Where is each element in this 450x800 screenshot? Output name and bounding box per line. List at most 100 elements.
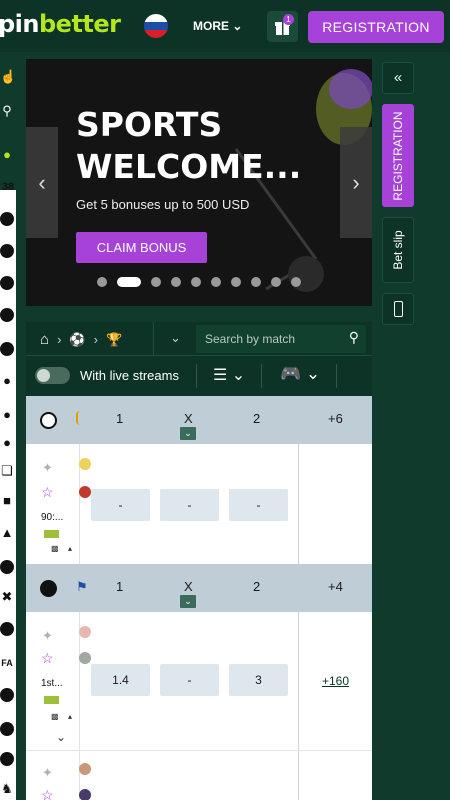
search-sport-icon[interactable]: ⚲ <box>0 104 14 118</box>
more-markets-label[interactable]: +6 <box>328 411 343 426</box>
handball-icon[interactable] <box>0 722 14 736</box>
banner-dot[interactable] <box>251 277 261 287</box>
soccer-icon[interactable] <box>0 212 14 226</box>
chevron-left-icon: ‹ <box>38 170 46 195</box>
banner-dot[interactable] <box>231 277 241 287</box>
col-x-label: X <box>184 411 193 426</box>
futsal-icon[interactable] <box>0 688 14 702</box>
basketball-icon <box>40 580 57 597</box>
player-1-avatar <box>79 626 91 638</box>
horse-racing-icon[interactable]: ♞ <box>0 782 14 796</box>
more-odds-link[interactable]: +160 <box>322 674 349 688</box>
chevron-down-icon: ⌄ <box>232 19 243 33</box>
volleyball-icon[interactable] <box>0 308 14 322</box>
claim-bonus-button[interactable]: CLAIM BONUS <box>76 232 207 263</box>
bet-slip-button[interactable]: Bet slip <box>382 217 414 283</box>
breadcrumb: ⌂ › ⚽ › 🏆 <box>40 331 122 348</box>
beach-soccer-icon[interactable] <box>0 752 14 766</box>
trophy-icon[interactable]: 🏆 <box>106 332 122 348</box>
stick-icon[interactable]: ❏ <box>0 464 14 478</box>
col-1-label: 1 <box>116 411 124 426</box>
favorite-star-icon[interactable]: ☆ <box>41 787 54 800</box>
market-expand-button[interactable]: ⌄ <box>180 427 196 440</box>
chevron-right-icon: › <box>352 170 360 195</box>
fifa-icon[interactable]: FA <box>0 656 14 670</box>
collapse-rail-button[interactable]: « <box>382 62 414 94</box>
league-flag-icon: ⚑ <box>76 579 88 594</box>
team-home-logo <box>79 458 91 470</box>
golf-icon[interactable] <box>0 622 14 636</box>
list-view-icon[interactable]: ☰ ⌄ <box>213 365 245 385</box>
basketball-icon[interactable] <box>0 244 14 258</box>
racing-icon[interactable]: ▲ <box>0 526 14 540</box>
match-row[interactable]: ✦ ☆ 90:... ▩ ▴ - - - <box>26 444 372 564</box>
chart-icon[interactable]: ▩ <box>51 712 59 721</box>
table-tennis-icon[interactable]: ● <box>0 374 14 388</box>
odd-2-button[interactable]: - <box>229 489 288 521</box>
side-registration-button[interactable]: REGISTRATION <box>382 104 414 207</box>
odd-1-button[interactable]: - <box>91 489 150 521</box>
banner-dot[interactable] <box>291 277 301 287</box>
banner-dot[interactable] <box>97 277 107 287</box>
more-markets-label[interactable]: +4 <box>328 579 343 594</box>
expand-chevron-icon[interactable]: ⌄ <box>56 730 66 744</box>
live-streams-toggle[interactable] <box>35 367 70 384</box>
pin-icon[interactable]: ✦ <box>42 765 53 781</box>
banner-dot[interactable] <box>191 277 201 287</box>
live-streams-label: With live streams <box>80 368 179 383</box>
more-menu-button[interactable]: MORE ⌄ <box>193 19 242 33</box>
arrow-icon[interactable]: ● <box>0 148 14 162</box>
rugby-icon[interactable] <box>0 560 14 574</box>
odd-1-button[interactable]: 1.4 <box>91 664 150 696</box>
odd-2-button[interactable]: 3 <box>229 664 288 696</box>
darts-icon[interactable]: ● <box>0 408 14 422</box>
col-x-label: X <box>184 579 193 594</box>
banner-next-button[interactable]: › <box>340 127 372 238</box>
stats-icon[interactable]: ▴ <box>68 544 72 553</box>
bet-slip-label: Bet slip <box>391 230 405 270</box>
player-1-avatar <box>79 763 91 775</box>
banner-dot[interactable] <box>171 277 181 287</box>
home-icon[interactable]: ⌂ <box>40 331 49 348</box>
market-expand-button[interactable]: ⌄ <box>180 595 196 608</box>
side-registration-label: REGISTRATION <box>391 110 405 201</box>
match-row[interactable]: ✦ ☆ 1st... ▩ ▴ ⌄ 1.4 - 3 +160 <box>26 612 372 750</box>
favorite-star-icon[interactable]: ☆ <box>41 484 54 501</box>
chart-icon[interactable]: ▩ <box>51 544 59 553</box>
favorite-star-icon[interactable]: ☆ <box>41 650 54 667</box>
pin-icon[interactable]: ✦ <box>42 628 53 644</box>
gamepad-icon[interactable]: ■ <box>0 494 14 508</box>
cricket-icon[interactable]: ✖ <box>0 590 14 604</box>
sport-breadcrumb-icon[interactable]: ⚽ <box>69 332 85 348</box>
tennis-icon[interactable] <box>0 276 14 290</box>
mobile-app-button[interactable] <box>382 293 414 325</box>
banner-prev-button[interactable]: ‹ <box>26 127 58 238</box>
banner-dot[interactable] <box>271 277 281 287</box>
logo-text-green: better <box>39 10 121 38</box>
odd-x-button[interactable]: - <box>160 664 219 696</box>
pin-icon[interactable]: ✦ <box>42 460 53 476</box>
language-flag-icon[interactable] <box>143 13 169 39</box>
match-row[interactable]: ✦ ☆ <box>26 750 372 800</box>
gift-button[interactable] <box>267 11 298 42</box>
double-chevron-left-icon: « <box>393 69 403 86</box>
promo-banner[interactable]: SPORTS WELCOME... Get 5 bonuses up to 50… <box>26 59 372 306</box>
odd-x-button[interactable]: - <box>160 489 219 521</box>
col-2-label: 2 <box>253 411 261 426</box>
banner-dot[interactable] <box>211 277 221 287</box>
baseball-icon[interactable]: ● <box>0 436 14 450</box>
gamepad-filter-icon[interactable]: 🎮 ⌄ <box>280 364 320 384</box>
banner-dot[interactable] <box>151 277 161 287</box>
search-placeholder: Search by match <box>205 332 296 346</box>
gift-icon <box>275 22 290 35</box>
logo[interactable]: pinbetter <box>0 10 121 38</box>
stats-icon[interactable]: ▴ <box>68 712 72 721</box>
hockey-icon[interactable] <box>0 342 14 356</box>
thumbs-up-icon[interactable]: ☝ <box>0 70 16 84</box>
match-search-input[interactable]: Search by match ⚲ <box>196 325 366 353</box>
registration-button[interactable]: REGISTRATION <box>308 11 444 43</box>
league-icon <box>76 411 84 425</box>
banner-dot[interactable] <box>117 277 141 287</box>
search-icon[interactable]: ⚲ <box>349 329 359 346</box>
filter-dropdown-chevron-icon[interactable]: ⌄ <box>170 330 181 346</box>
